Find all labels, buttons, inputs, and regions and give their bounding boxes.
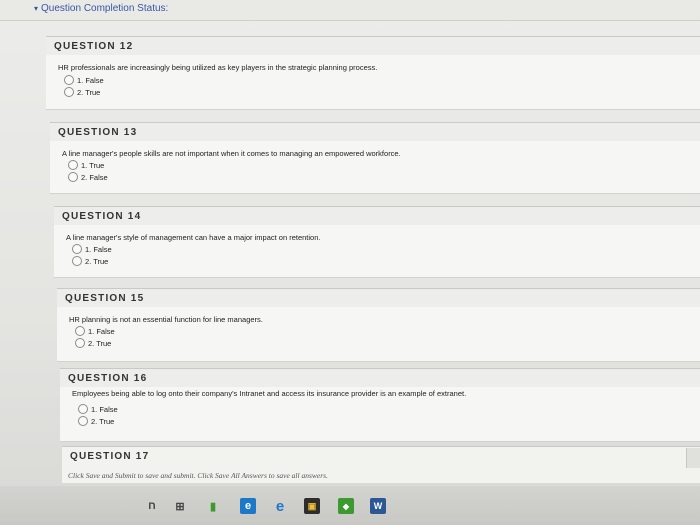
question-header: QUESTION 14 bbox=[62, 211, 142, 222]
radio-button[interactable] bbox=[78, 404, 88, 414]
question-header-bar bbox=[50, 123, 700, 141]
question-header: QUESTION 16 bbox=[68, 373, 148, 384]
word-icon[interactable]: W bbox=[370, 498, 386, 514]
answer-option[interactable]: 1. False bbox=[75, 326, 115, 336]
answer-option[interactable]: 2. True bbox=[75, 338, 111, 348]
save-button-area[interactable] bbox=[686, 448, 700, 468]
option-label: 1. False bbox=[88, 326, 115, 336]
radio-button[interactable] bbox=[68, 172, 78, 182]
radio-button[interactable] bbox=[64, 75, 74, 85]
photos-icon[interactable]: ◆ bbox=[338, 498, 354, 514]
question-12-block: QUESTION 12 HR professionals are increas… bbox=[46, 36, 700, 110]
radio-button[interactable] bbox=[78, 416, 88, 426]
question-text: A line manager's people skills are not i… bbox=[62, 149, 401, 158]
option-label: 1. False bbox=[85, 244, 112, 254]
radio-button[interactable] bbox=[68, 160, 78, 170]
question-header: QUESTION 12 bbox=[54, 41, 134, 52]
answer-option[interactable]: 1. True bbox=[68, 160, 104, 170]
question-header-bar bbox=[54, 207, 700, 225]
question-header: QUESTION 13 bbox=[58, 127, 138, 138]
question-header-bar bbox=[57, 289, 700, 307]
answer-option[interactable]: 2. True bbox=[72, 256, 108, 266]
internet-explorer-icon[interactable]: e bbox=[272, 498, 288, 515]
task-view-icon[interactable]: ⊞ bbox=[172, 498, 188, 514]
answer-option[interactable]: 2. True bbox=[64, 87, 100, 97]
question-14-block: QUESTION 14 A line manager's style of ma… bbox=[54, 206, 700, 278]
radio-button[interactable] bbox=[72, 244, 82, 254]
search-icon[interactable]: ח bbox=[144, 498, 160, 514]
edge-icon[interactable]: e bbox=[240, 498, 256, 514]
option-label: 2. True bbox=[85, 256, 109, 266]
answer-option[interactable]: 1. False bbox=[64, 75, 104, 85]
question-text: HR professionals are increasingly being … bbox=[58, 63, 378, 72]
page: ▾ Question Completion Status: QUESTION 1… bbox=[0, 0, 700, 525]
file-explorer-icon[interactable]: ▮ bbox=[205, 498, 221, 514]
save-submit-instructions: Click Save and Submit to save and submit… bbox=[68, 471, 328, 480]
answer-option[interactable]: 2. True bbox=[78, 416, 114, 426]
question-header-bar bbox=[46, 37, 700, 55]
question-header-bar bbox=[60, 369, 700, 387]
option-label: 1. False bbox=[91, 404, 118, 414]
question-text: A line manager's style of management can… bbox=[66, 233, 321, 242]
option-label: 2. True bbox=[88, 338, 112, 348]
question-13-block: QUESTION 13 A line manager's people skil… bbox=[50, 122, 700, 194]
answer-option[interactable]: 2. False bbox=[68, 172, 108, 182]
question-16-block: QUESTION 16 Employees being able to log … bbox=[60, 368, 700, 442]
store-icon[interactable]: ▣ bbox=[304, 498, 320, 514]
option-label: 2. False bbox=[81, 172, 108, 182]
answer-option[interactable]: 1. False bbox=[78, 404, 118, 414]
option-label: 2. True bbox=[91, 416, 115, 426]
question-completion-status-bar: ▾ Question Completion Status: bbox=[0, 0, 700, 21]
question-15-block: QUESTION 15 HR planning is not an essent… bbox=[57, 288, 700, 362]
option-label: 2. True bbox=[77, 87, 101, 97]
status-label: Question Completion Status: bbox=[41, 3, 169, 14]
question-text: HR planning is not an essential function… bbox=[69, 315, 263, 324]
question-completion-status-toggle[interactable]: ▾ Question Completion Status: bbox=[34, 3, 168, 14]
triangle-down-icon: ▾ bbox=[34, 4, 39, 13]
answer-option[interactable]: 1. False bbox=[72, 244, 112, 254]
question-17-block: QUESTION 17 Click Save and Submit to sav… bbox=[62, 446, 700, 483]
radio-button[interactable] bbox=[64, 87, 74, 97]
question-header: QUESTION 15 bbox=[65, 293, 145, 304]
radio-button[interactable] bbox=[75, 338, 85, 348]
radio-button[interactable] bbox=[75, 326, 85, 336]
option-label: 1. False bbox=[77, 75, 104, 85]
radio-button[interactable] bbox=[72, 256, 82, 266]
option-label: 1. True bbox=[81, 160, 105, 170]
question-text: Employees being able to log onto their c… bbox=[72, 389, 467, 398]
question-header: QUESTION 17 bbox=[70, 451, 150, 462]
